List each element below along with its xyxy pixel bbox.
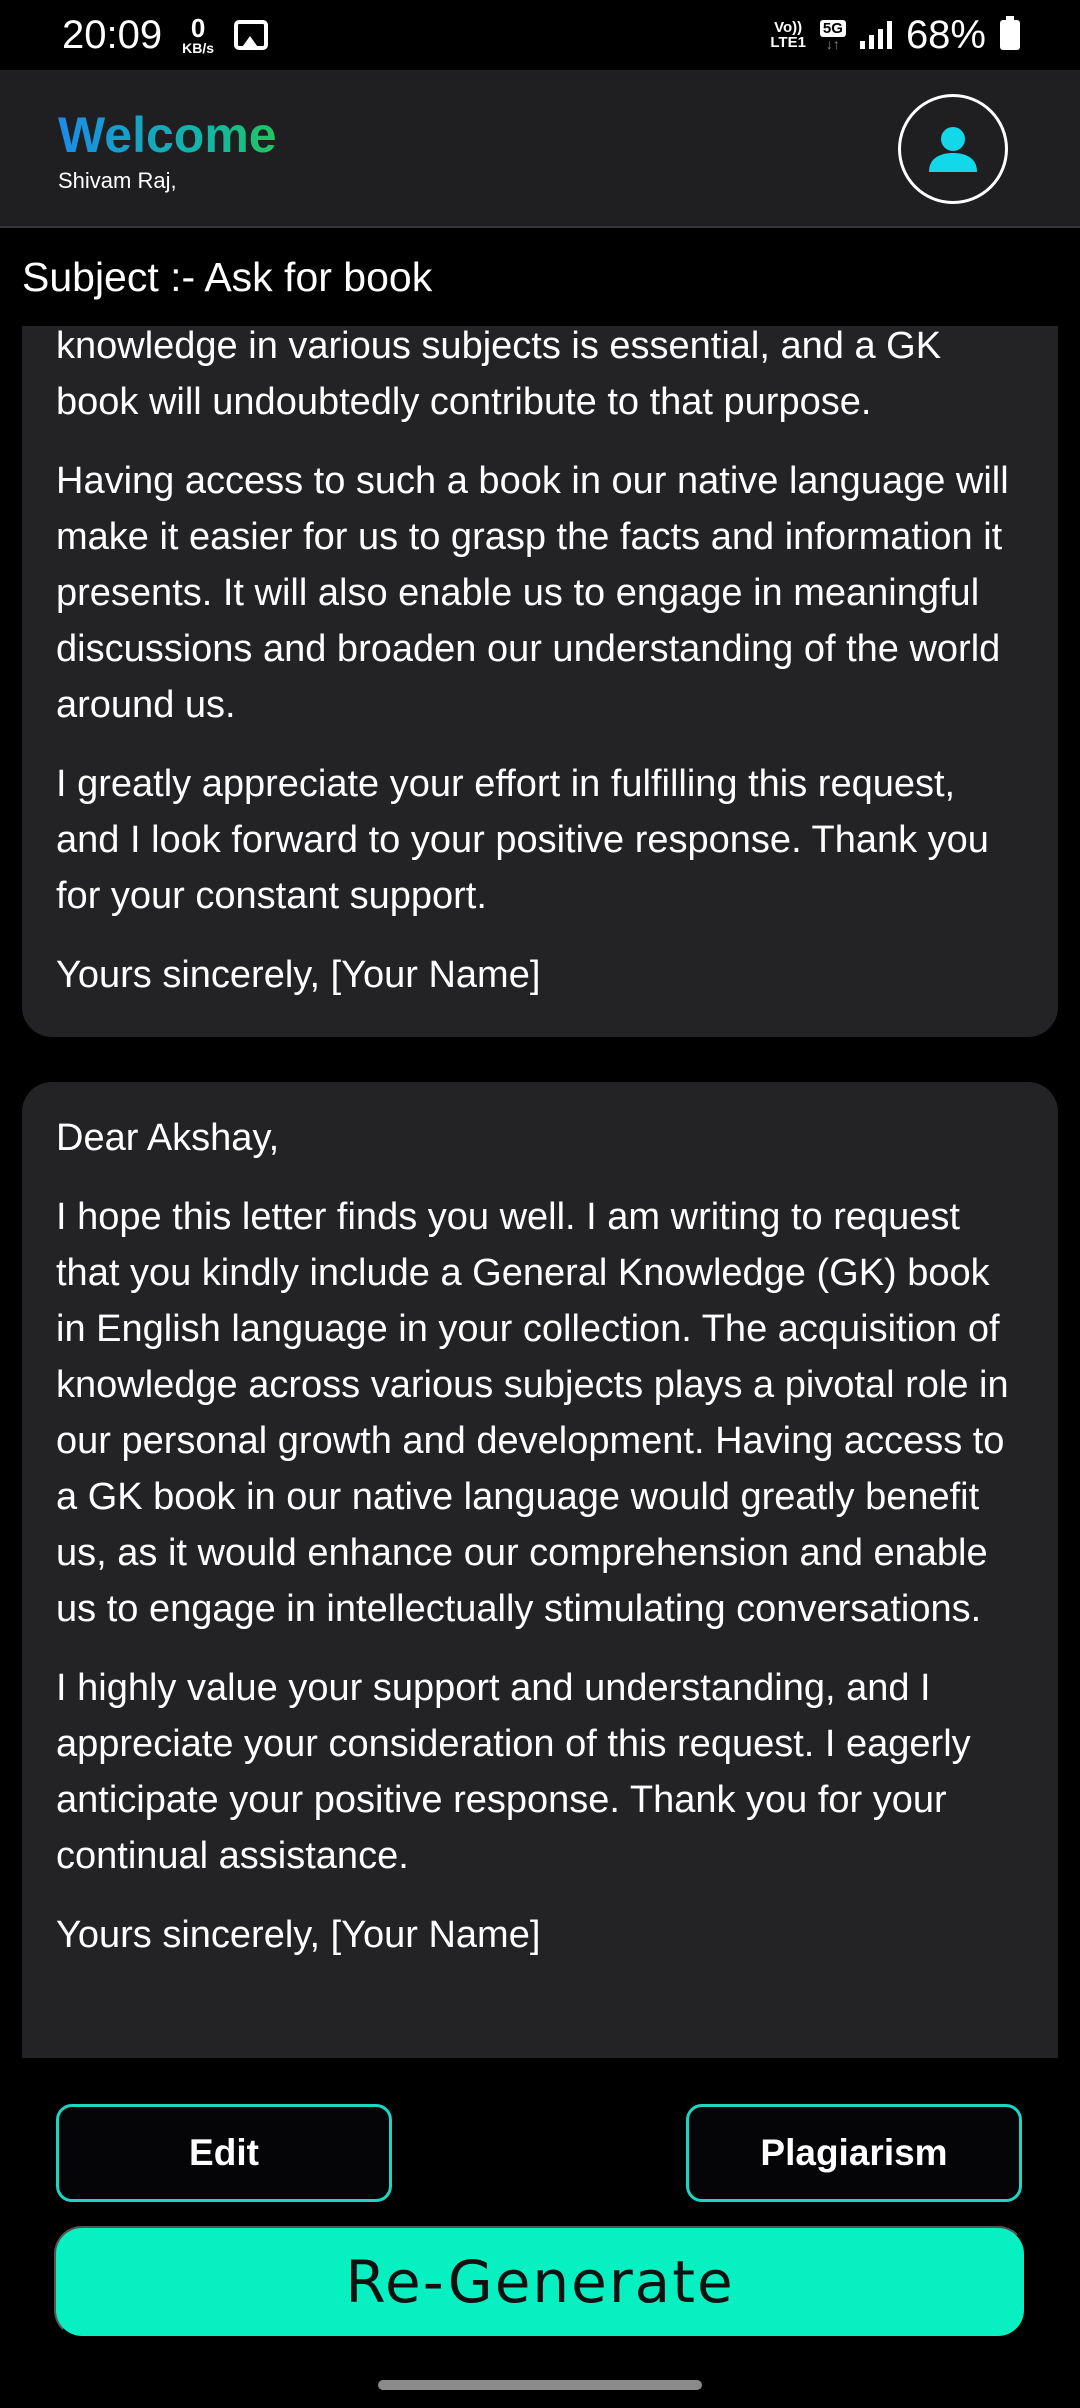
welcome-title: Welcome — [58, 107, 277, 163]
gallery-icon — [234, 20, 269, 50]
volte-top: Vo)) — [774, 19, 803, 36]
network-type-indicator: 5G ↓↑ — [819, 19, 846, 52]
user-name: Shivam Raj, — [58, 168, 177, 193]
home-indicator[interactable] — [378, 2380, 702, 2390]
signal-icon — [859, 21, 892, 49]
battery-icon — [1000, 16, 1020, 50]
letter-paragraph: I highly value your support and understa… — [56, 1667, 971, 1877]
letter-greeting: Dear Akshay, — [56, 1117, 280, 1159]
network-speed-value: 0 — [190, 13, 206, 43]
letter-card: knowledge in various subjects is essenti… — [22, 326, 1058, 1037]
letter-body: knowledge in various subjects is essenti… — [56, 326, 1028, 1003]
status-bar: 20:09 0 KB/s Vo)) LTE1 5G ↓↑ 68% — [0, 0, 1080, 70]
network-arrows: ↓↑ — [825, 35, 840, 52]
profile-button[interactable] — [898, 94, 1008, 204]
plagiarism-button[interactable]: Plagiarism — [686, 2104, 1022, 2202]
letter-signoff: Yours sincerely, [Your Name] — [56, 1914, 541, 1956]
letters-list[interactable]: knowledge in various subjects is essenti… — [0, 326, 1080, 2058]
person-icon — [929, 127, 977, 172]
letter-paragraph: knowledge in various subjects is essenti… — [56, 326, 942, 423]
edit-button[interactable]: Edit — [56, 2104, 392, 2202]
letter-card: Dear Akshay, I hope this letter finds yo… — [22, 1082, 1058, 2058]
network-speed-unit: KB/s — [182, 40, 215, 56]
status-time: 20:09 — [62, 12, 163, 57]
subject-bar: Subject :- Ask for book — [0, 230, 1080, 326]
letter-paragraph: Having access to such a book in our nati… — [56, 460, 1009, 726]
letter-signoff: Yours sincerely, [Your Name] — [56, 954, 541, 996]
app-header: Welcome Shivam Raj, — [0, 70, 1080, 228]
status-left: 20:09 0 KB/s — [62, 12, 269, 58]
network-type: 5G — [819, 19, 846, 37]
volte-indicator: Vo)) LTE1 — [770, 20, 806, 50]
status-right: Vo)) LTE1 5G ↓↑ 68% — [770, 13, 1020, 58]
volte-bottom: LTE1 — [770, 34, 806, 51]
letter-paragraph: I hope this letter finds you well. I am … — [56, 1196, 1009, 1630]
letter-paragraph: I greatly appreciate your effort in fulf… — [56, 763, 989, 917]
subject-title: Subject :- Ask for book — [22, 254, 433, 300]
network-speed: 0 KB/s — [182, 15, 214, 55]
regenerate-button[interactable]: Re-Generate — [54, 2226, 1026, 2338]
battery-percent: 68% — [905, 12, 986, 57]
app-screen: 20:09 0 KB/s Vo)) LTE1 5G ↓↑ 68% Welcome… — [0, 0, 1080, 2408]
